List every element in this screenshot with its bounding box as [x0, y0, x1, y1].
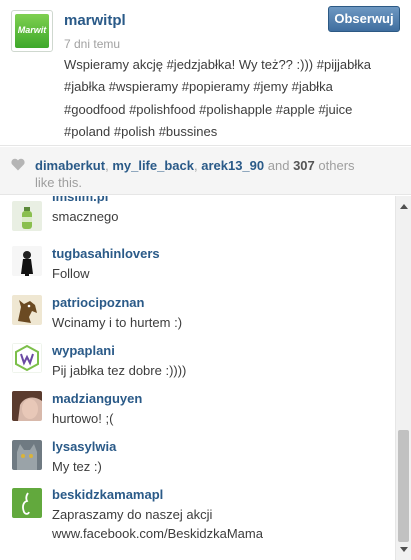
comment-text: Wcinamy i to hurtem :) [52, 315, 183, 330]
comment-text: Follow [52, 266, 90, 281]
likes-suffix: like this. [35, 175, 82, 190]
bottle-avatar[interactable] [12, 201, 42, 231]
comments-scrollbar[interactable] [395, 196, 411, 560]
apple-avatar[interactable] [12, 488, 42, 518]
caption-line: #jabłka #wspieramy #popieramy #jemy #jab… [64, 79, 333, 95]
liker-link[interactable]: arek13_90 [201, 158, 264, 173]
comment-text: Pij jabłka tez dobre :)))) [52, 363, 187, 378]
comment-link[interactable]: www.facebook.com/BeskidzkaMama [52, 524, 263, 543]
avatar[interactable]: Marwit [11, 10, 53, 52]
post-header: Marwit marwitpl 7 dni temu Obserwuj Wspi… [0, 0, 411, 146]
cat-avatar[interactable] [12, 440, 42, 470]
comment-username[interactable]: patriocipoznan [52, 295, 144, 310]
caption-line: #goodfood #polishfood #polishapple #appl… [64, 101, 353, 117]
follow-button[interactable]: Obserwuj [328, 6, 400, 32]
comment-text: Zapraszamy do naszej akcji www.facebook.… [52, 505, 263, 543]
horse-avatar[interactable] [12, 295, 42, 325]
comment-username[interactable]: beskidzkamamapl [52, 487, 163, 502]
liker-link[interactable]: dimaberkut [35, 158, 105, 173]
likes-bar: dimaberkut, my_life_back, arek13_90 and … [0, 147, 411, 195]
likes-others: others [318, 158, 355, 173]
comment-text: smacznego [52, 209, 119, 224]
comment-text: hurtowo! ;( [52, 411, 114, 426]
post-timestamp: 7 dni temu [64, 37, 121, 51]
comment-text-line: Zapraszamy do naszej akcji [52, 507, 213, 522]
liker-link[interactable]: my_life_back [112, 158, 194, 173]
scroll-up-arrow-icon[interactable] [400, 204, 408, 209]
comment-username[interactable]: tugbasahinlovers [52, 246, 160, 261]
post-username[interactable]: marwitpl [64, 12, 126, 29]
likes-count[interactable]: 307 [293, 158, 315, 173]
face-avatar[interactable] [12, 391, 42, 421]
scroll-thumb[interactable] [398, 430, 409, 542]
comment-username[interactable]: wypaplani [52, 343, 115, 358]
comment-list[interactable]: imslim.pl smacznego tugbasahinlovers Fol… [0, 196, 395, 560]
comment-text: My tez :) [52, 459, 102, 474]
comment-username[interactable]: lysasylwia [52, 439, 116, 454]
likes-summary: dimaberkut, my_life_back, arek13_90 and … [35, 158, 355, 190]
comment-username[interactable]: imslim.pl [52, 196, 108, 204]
caption-line: Wspieramy akcję #jedzjabłka! Wy też?? :)… [64, 57, 371, 72]
logo-avatar[interactable] [12, 343, 42, 373]
scroll-down-arrow-icon[interactable] [400, 547, 408, 552]
marwit-logo: Marwit [15, 14, 49, 48]
comment-username[interactable]: madzianguyen [52, 391, 142, 406]
heart-icon[interactable] [11, 158, 25, 171]
person-avatar[interactable] [12, 246, 42, 276]
post-caption: Wspieramy akcję #jedzjabłka! Wy też?? :)… [64, 54, 404, 144]
logo-text: Marwit [17, 25, 47, 35]
likes-and: and [267, 158, 290, 173]
caption-line: #poland #polish #bussines [64, 124, 218, 140]
